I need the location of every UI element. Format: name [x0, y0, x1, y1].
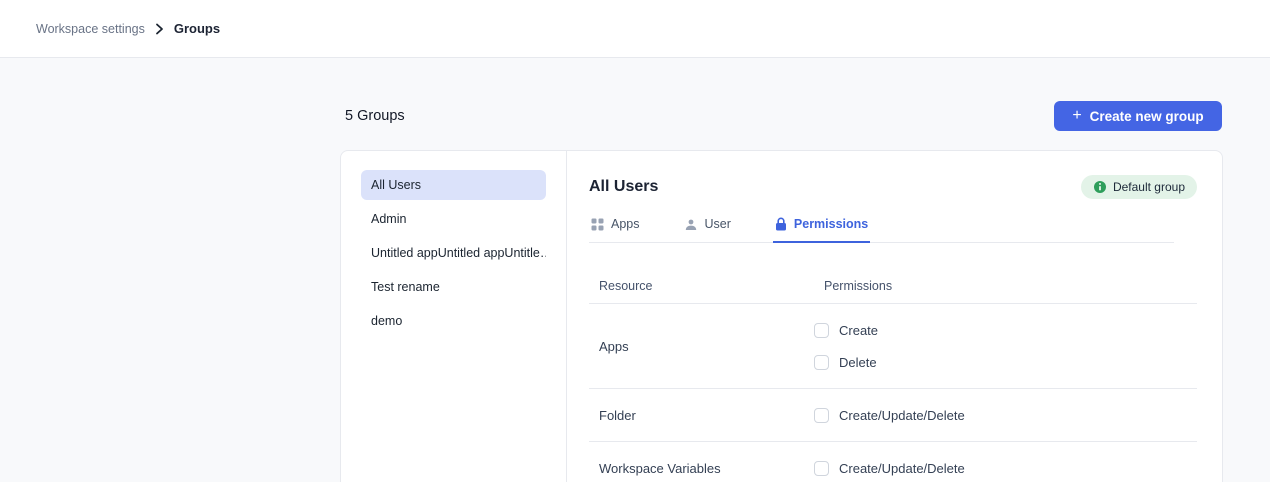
tab-apps-label: Apps	[611, 217, 640, 231]
resource-column-header: Resource	[589, 279, 814, 293]
permissions-table: Resource Permissions Apps Create Delete	[589, 257, 1197, 482]
plus-icon: +	[1072, 108, 1081, 124]
default-group-badge: Default group	[1081, 175, 1197, 199]
tab-user[interactable]: User	[682, 209, 733, 243]
permission-options: Create Delete	[814, 314, 1197, 378]
group-item-admin[interactable]: Admin	[361, 204, 546, 234]
checkbox-folder-cud[interactable]	[814, 408, 829, 423]
breadcrumb-current: Groups	[174, 21, 220, 36]
tab-apps[interactable]: Apps	[589, 209, 642, 243]
permission-label: Create/Update/Delete	[839, 461, 965, 476]
permission-label: Create/Update/Delete	[839, 408, 965, 423]
permissions-column-header: Permissions	[814, 279, 1197, 293]
breadcrumb-parent[interactable]: Workspace settings	[36, 22, 145, 36]
group-item-demo[interactable]: demo	[361, 306, 546, 336]
resource-name: Folder	[589, 408, 814, 423]
create-new-group-button[interactable]: + Create new group	[1054, 101, 1222, 131]
groups-count: 5 Groups	[345, 108, 405, 124]
group-title: All Users	[589, 178, 658, 196]
groups-panel: All Users Admin Untitled appUntitled app…	[340, 150, 1223, 482]
top-bar: Workspace settings Groups	[0, 0, 1270, 58]
group-list: All Users Admin Untitled appUntitled app…	[341, 151, 567, 482]
checkbox-workspace-variables-cud[interactable]	[814, 461, 829, 476]
group-item-test-rename[interactable]: Test rename	[361, 272, 546, 302]
permission-option-workspace-variables-cud[interactable]: Create/Update/Delete	[814, 452, 1197, 482]
resource-name: Workspace Variables	[589, 461, 814, 476]
permission-label: Create	[839, 323, 878, 338]
group-detail: All Users Default group	[567, 151, 1222, 482]
table-row-folder: Folder Create/Update/Delete	[589, 389, 1197, 442]
group-item-all-users[interactable]: All Users	[361, 170, 546, 200]
permission-option-folder-cud[interactable]: Create/Update/Delete	[814, 399, 1197, 431]
permission-options: Create/Update/Delete	[814, 452, 1197, 482]
tab-permissions[interactable]: Permissions	[773, 209, 870, 243]
group-item-untitled-app[interactable]: Untitled appUntitled appUntitle…	[361, 238, 546, 268]
default-group-badge-label: Default group	[1113, 180, 1185, 194]
permissions-table-header: Resource Permissions	[589, 257, 1197, 304]
chevron-right-icon	[155, 23, 164, 35]
user-icon	[684, 218, 698, 231]
checkbox-apps-create[interactable]	[814, 323, 829, 338]
create-new-group-label: Create new group	[1090, 109, 1204, 124]
permission-label: Delete	[839, 355, 877, 370]
tab-permissions-label: Permissions	[794, 217, 868, 231]
resource-name: Apps	[589, 339, 814, 354]
permission-options: Create/Update/Delete	[814, 399, 1197, 431]
permission-option-apps-delete[interactable]: Delete	[814, 346, 1197, 378]
info-icon	[1093, 180, 1107, 194]
apps-grid-icon	[591, 218, 604, 231]
checkbox-apps-delete[interactable]	[814, 355, 829, 370]
group-detail-header: All Users Default group	[589, 173, 1197, 201]
lock-icon	[775, 217, 787, 231]
table-row-workspace-variables: Workspace Variables Create/Update/Delete	[589, 442, 1197, 482]
permission-option-apps-create[interactable]: Create	[814, 314, 1197, 346]
table-row-apps: Apps Create Delete	[589, 304, 1197, 389]
tab-user-label: User	[705, 217, 731, 231]
tab-bar: Apps User Permissions	[589, 209, 1174, 243]
